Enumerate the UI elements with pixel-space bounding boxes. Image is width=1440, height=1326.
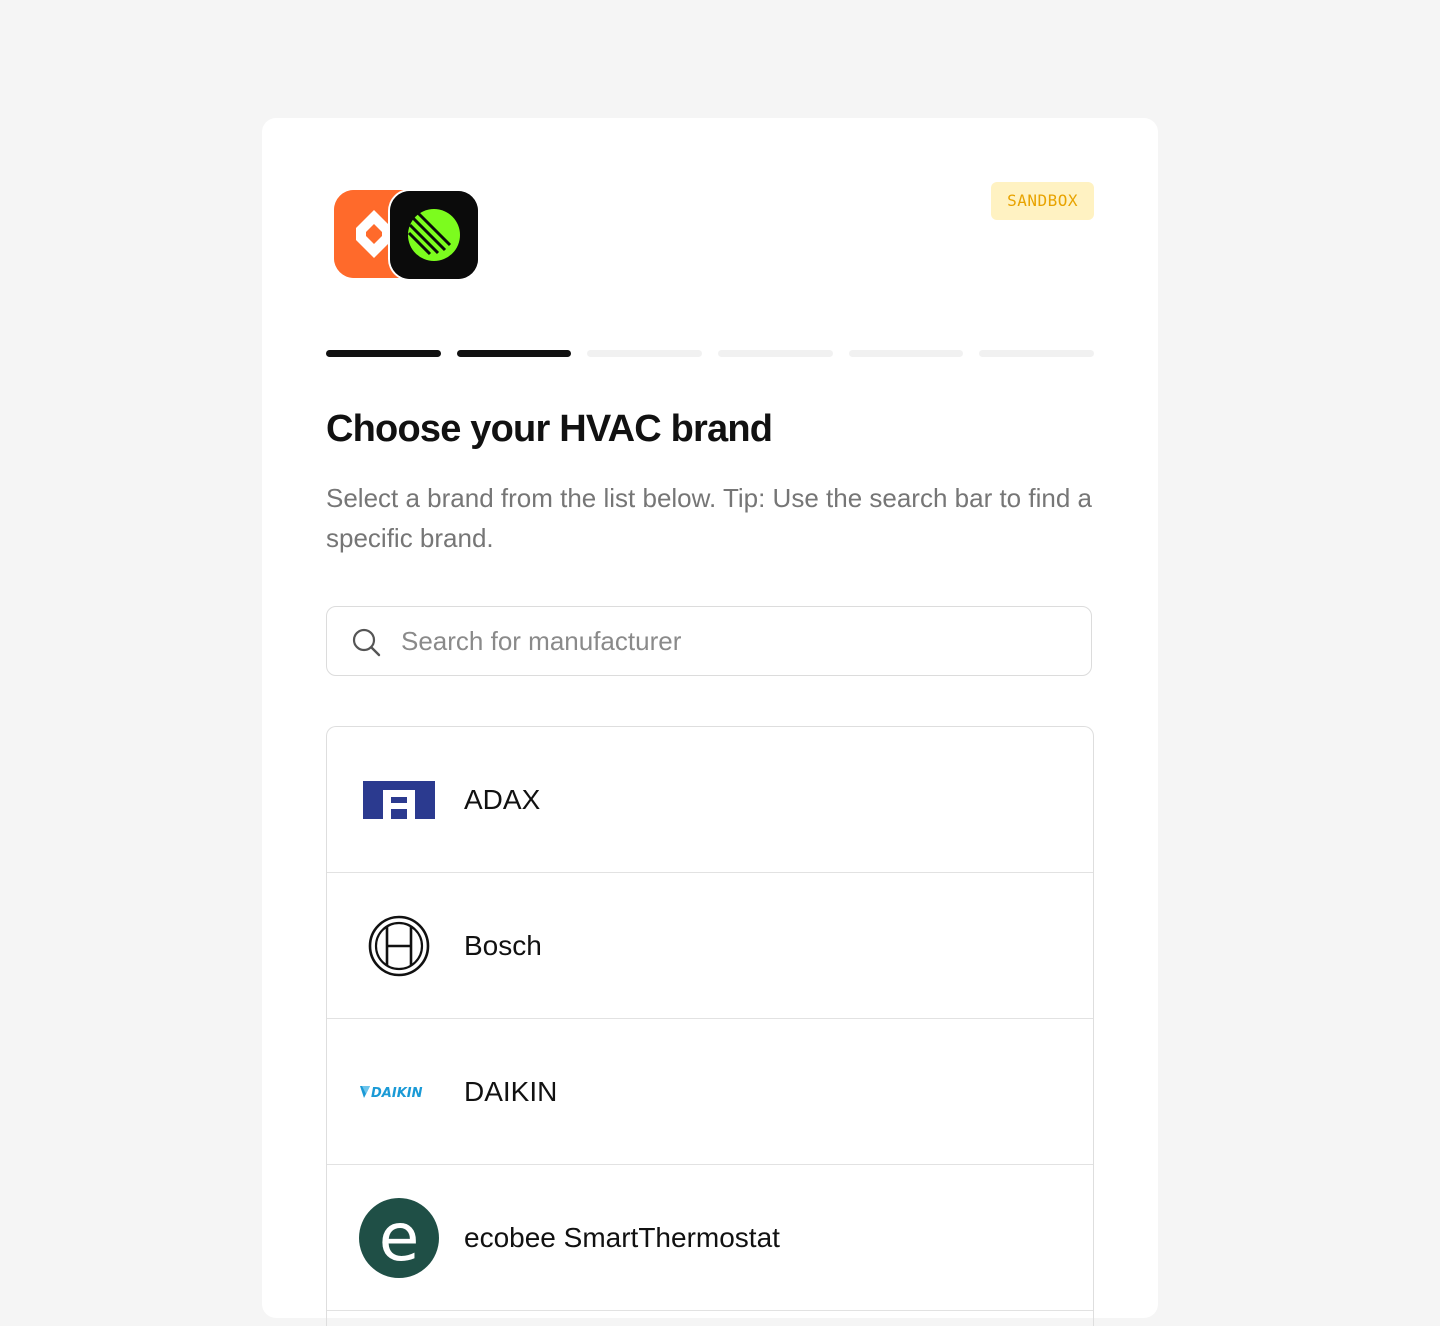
bosch-logo-icon bbox=[368, 915, 430, 977]
page-subtitle: Select a brand from the list below. Tip:… bbox=[326, 483, 1092, 553]
search-icon bbox=[352, 628, 381, 657]
brand-name: Bosch bbox=[464, 930, 542, 961]
brand-row-adax[interactable]: ADAX bbox=[327, 727, 1093, 873]
brand-list: ADAX Bosch DAIKIN DAIKIN e ecobee SmartT… bbox=[326, 726, 1094, 1326]
progress-step-4 bbox=[718, 350, 833, 357]
sandbox-badge: SANDBOX bbox=[991, 182, 1094, 220]
brand-name: DAIKIN bbox=[464, 1076, 558, 1107]
daikin-logo-icon: DAIKIN bbox=[360, 1086, 423, 1101]
search-box[interactable] bbox=[326, 606, 1092, 676]
connect-card: SANDBOX Choose your HVAC brand Select a … bbox=[262, 118, 1158, 1326]
progress-step-5 bbox=[848, 350, 964, 357]
linear-logo-icon bbox=[390, 191, 478, 279]
progress-step-6 bbox=[979, 350, 1095, 357]
brand-name: ecobee SmartThermostat bbox=[464, 1222, 780, 1253]
brand-row-bosch[interactable]: Bosch bbox=[327, 873, 1093, 1019]
step-progress bbox=[326, 350, 1095, 358]
brand-row-ecobee[interactable]: e ecobee SmartThermostat bbox=[327, 1165, 1093, 1311]
search-input[interactable] bbox=[399, 607, 1063, 675]
progress-step-1 bbox=[326, 350, 441, 357]
adax-logo-icon bbox=[363, 781, 435, 819]
ecobee-logo-icon: e bbox=[359, 1198, 439, 1278]
app-logos bbox=[334, 189, 484, 281]
daikin-logo-text: DAIKIN bbox=[371, 1086, 423, 1101]
progress-step-2 bbox=[456, 350, 572, 357]
brand-name: ADAX bbox=[464, 784, 541, 815]
ecobee-logo-letter: e bbox=[379, 1199, 420, 1276]
linear-app-logo bbox=[388, 189, 480, 281]
progress-step-3 bbox=[587, 350, 703, 357]
brand-row-daikin[interactable]: DAIKIN DAIKIN bbox=[327, 1019, 1093, 1165]
page-title: Choose your HVAC brand bbox=[326, 408, 773, 450]
